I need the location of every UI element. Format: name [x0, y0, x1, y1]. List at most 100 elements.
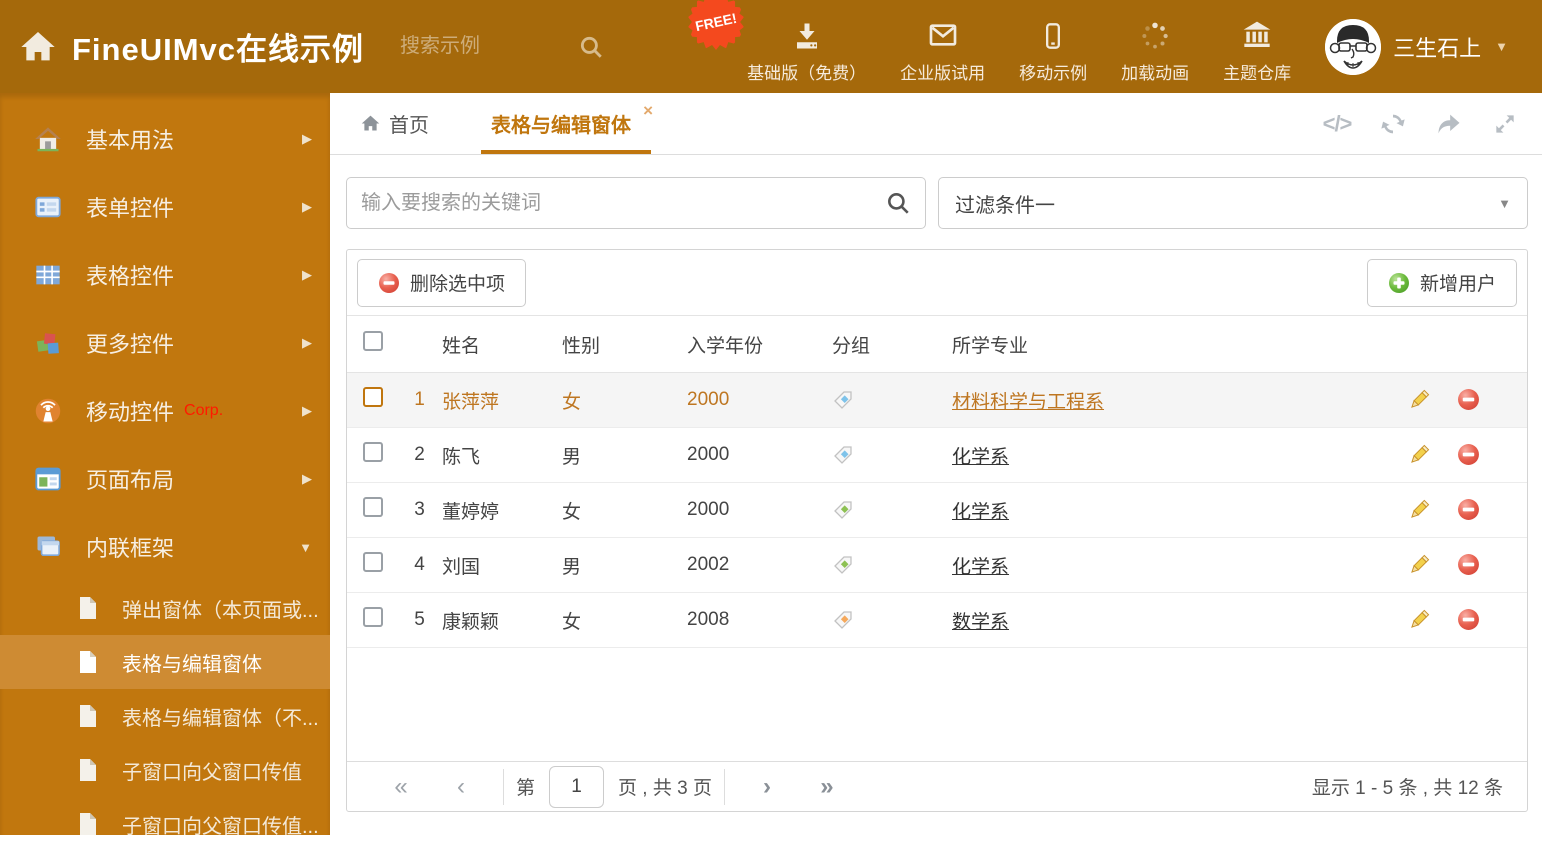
next-page-button[interactable]: › [737, 773, 797, 801]
document-icon [78, 650, 100, 674]
major-link[interactable]: 化学系 [952, 557, 1009, 578]
app-title: FineUIMvc在线示例 [72, 32, 365, 67]
table-icon [34, 261, 62, 289]
edit-pencil-icon[interactable] [1407, 498, 1431, 522]
first-page-button[interactable]: « [371, 773, 431, 801]
sidebar-item-basic-usage[interactable]: 基本用法 ▶ [0, 105, 330, 173]
house-icon [34, 125, 62, 153]
nav-item-enterprise-trial[interactable]: 企业版试用 [900, 9, 985, 84]
frames-icon [34, 533, 62, 561]
row-checkbox[interactable] [363, 387, 383, 407]
tab-grid-edit-window[interactable]: 表格与编辑窗体 × [481, 93, 653, 154]
sidebar-item-grid-controls[interactable]: 表格控件 ▶ [0, 241, 330, 309]
major-link[interactable]: 数学系 [952, 612, 1009, 633]
header-search-input[interactable] [400, 35, 571, 58]
free-badge: FREE! [688, 0, 744, 50]
header-nav: 基础版（免费） 企业版试用 移动示例 加载动画 主题仓库 三生石上 ▼ [747, 9, 1528, 84]
column-header-name[interactable]: 姓名 [442, 331, 562, 358]
sidebar-subitem-child-to-parent[interactable]: 子窗口向父窗口传值 [0, 743, 330, 797]
sidebar-item-iframe[interactable]: 内联框架 ▼ [0, 513, 330, 581]
grid-toolbar: 删除选中项 新增用户 [347, 250, 1527, 316]
nav-item-mobile-demo[interactable]: 移动示例 [1019, 9, 1087, 84]
table-row[interactable]: 2 陈飞 男 2000 化学系 [347, 428, 1527, 483]
user-menu[interactable]: 三生石上 ▼ [1325, 18, 1508, 75]
row-checkbox[interactable] [363, 607, 383, 627]
record-summary: 显示 1 - 5 条 , 共 12 条 [1311, 778, 1503, 799]
mobile-icon [1039, 17, 1067, 51]
table-row[interactable]: 4 刘国 男 2002 化学系 [347, 538, 1527, 593]
header-search-icon[interactable] [578, 34, 604, 60]
grid-panel: 删除选中项 新增用户 姓名 性别 入学年份 分组 所学专业 1 张萍萍 女 20… [346, 249, 1528, 812]
home-logo-icon[interactable] [18, 27, 58, 67]
nav-item-loading-anim[interactable]: 加载动画 [1121, 9, 1189, 84]
sidebar-subitem-grid-edit-window-2[interactable]: 表格与编辑窗体（不... [0, 689, 330, 743]
row-checkbox[interactable] [363, 552, 383, 572]
add-user-button[interactable]: 新增用户 [1366, 258, 1517, 307]
row-checkbox[interactable] [363, 497, 383, 517]
sidebar-subitem-child-to-parent-2[interactable]: 子窗口向父窗口传值... [0, 797, 330, 851]
table-row[interactable]: 5 康颖颖 女 2008 数学系 [347, 593, 1527, 648]
search-icon[interactable] [885, 190, 911, 216]
cell-name: 董婷婷 [442, 501, 500, 523]
filter-row: 过滤条件一 ▼ [346, 177, 1528, 229]
delete-row-icon[interactable] [1457, 498, 1481, 522]
row-checkbox[interactable] [363, 442, 383, 462]
close-icon[interactable]: × [643, 101, 653, 121]
arrow-right-icon: ▶ [302, 131, 312, 146]
nav-item-theme-repo[interactable]: 主题仓库 [1223, 9, 1291, 84]
column-header-gender[interactable]: 性别 [562, 331, 687, 358]
arrow-right-icon: ▶ [302, 403, 312, 418]
sidebar-item-more-controls[interactable]: 更多控件 ▶ [0, 309, 330, 377]
sidebar-item-page-layout[interactable]: 页面布局 ▶ [0, 445, 330, 513]
table-row[interactable]: 1 张萍萍 女 2000 材料科学与工程系 [347, 373, 1527, 428]
select-all-checkbox[interactable] [363, 331, 383, 351]
delete-row-icon[interactable] [1457, 388, 1481, 412]
user-name: 三生石上 [1393, 35, 1482, 61]
delete-row-icon[interactable] [1457, 608, 1481, 632]
sidebar-subitem-popup-window[interactable]: 弹出窗体（本页面或... [0, 581, 330, 635]
edit-pencil-icon[interactable] [1407, 443, 1431, 467]
source-code-icon[interactable]: </> [1322, 109, 1353, 139]
layout-icon [34, 465, 62, 493]
column-header-group[interactable]: 分组 [832, 331, 952, 358]
expand-icon[interactable] [1490, 109, 1520, 139]
major-link[interactable]: 化学系 [952, 502, 1009, 523]
document-icon [78, 812, 100, 836]
keyword-search-input[interactable] [361, 191, 885, 215]
edit-pencil-icon[interactable] [1407, 608, 1431, 632]
edit-pencil-icon[interactable] [1407, 388, 1431, 412]
edit-pencil-icon[interactable] [1407, 553, 1431, 577]
sidebar-item-mobile-controls[interactable]: 移动控件 Corp. ▶ [0, 377, 330, 445]
avatar [1325, 18, 1382, 75]
spinner-icon [1140, 17, 1170, 51]
delete-row-icon[interactable] [1457, 443, 1481, 467]
refresh-icon[interactable] [1378, 109, 1408, 139]
page-number-input[interactable] [549, 765, 605, 808]
cell-name: 陈飞 [442, 446, 481, 468]
home-icon [360, 113, 381, 134]
major-link[interactable]: 化学系 [952, 447, 1009, 468]
document-icon [78, 596, 100, 620]
column-header-year[interactable]: 入学年份 [687, 331, 832, 358]
tab-home[interactable]: 首页 [360, 93, 429, 154]
arrow-right-icon: ▶ [302, 335, 312, 350]
sidebar-subitem-grid-edit-window[interactable]: 表格与编辑窗体 [0, 635, 330, 689]
caret-down-icon: ▼ [299, 539, 312, 555]
nav-item-basic-free[interactable]: 基础版（免费） [747, 9, 866, 84]
major-link[interactable]: 材料科学与工程系 [952, 392, 1104, 413]
download-icon [792, 17, 822, 51]
table-row[interactable]: 3 董婷婷 女 2000 化学系 [347, 483, 1527, 538]
app-header: FineUIMvc在线示例 FREE! 基础版（免费） 企业版试用 [0, 0, 1542, 93]
sidebar: 基本用法 ▶ 表单控件 ▶ 表格控件 ▶ 更多控件 ▶ 移动控件 Corp. ▶… [0, 93, 330, 838]
share-icon[interactable] [1434, 109, 1464, 139]
last-page-button[interactable]: » [797, 773, 857, 801]
page-suffix-label: 页 , 共 3 页 [618, 778, 712, 799]
prev-page-button[interactable]: ‹ [431, 773, 491, 801]
sidebar-item-form-controls[interactable]: 表单控件 ▶ [0, 173, 330, 241]
delete-row-icon[interactable] [1457, 553, 1481, 577]
delete-selected-button[interactable]: 删除选中项 [357, 258, 527, 307]
plus-circle-icon [1388, 272, 1410, 294]
tag-icon [832, 609, 952, 631]
column-header-major[interactable]: 所学专业 [952, 331, 1407, 358]
filter-dropdown[interactable]: 过滤条件一 ▼ [938, 177, 1528, 229]
